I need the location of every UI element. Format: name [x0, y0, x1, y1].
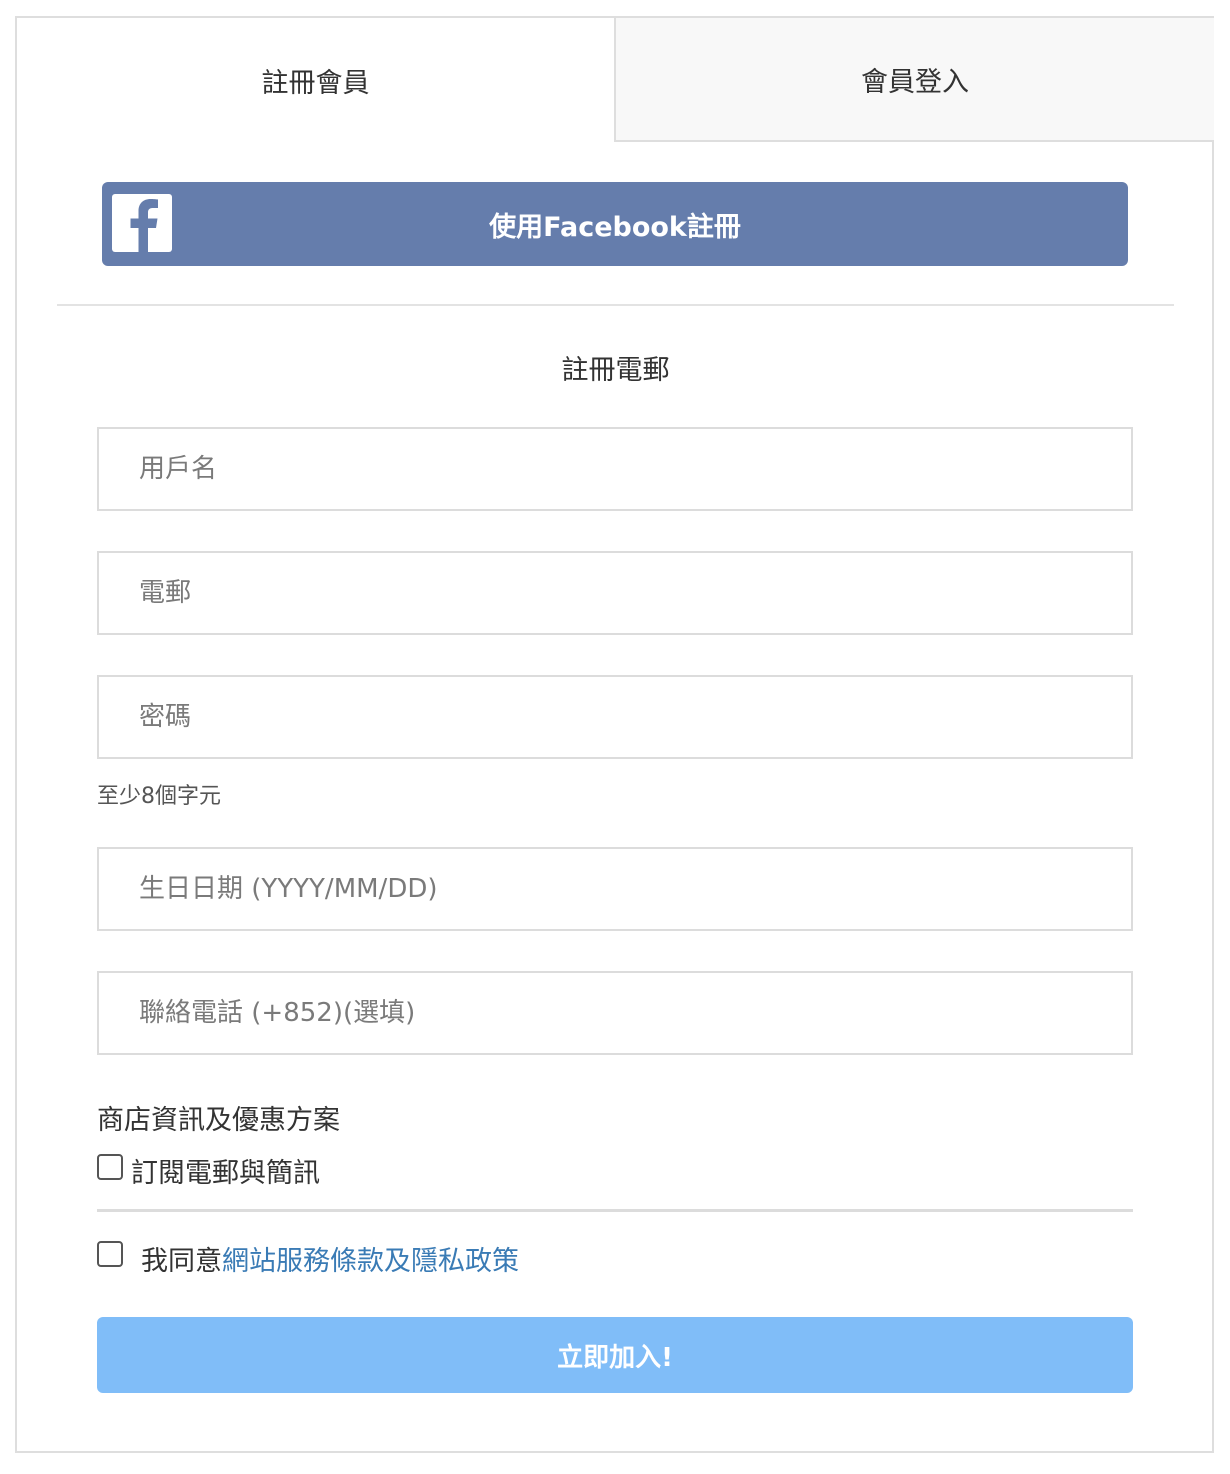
terms-link[interactable]: 網站服務條款及隱私政策: [222, 1246, 519, 1277]
facebook-register-button[interactable]: 使用Facebook註冊: [102, 182, 1128, 266]
subscribe-label: 訂閱電郵與簡訊: [131, 1158, 320, 1189]
divider: [57, 304, 1174, 306]
terms-label: 我同意網站服務條款及隱私政策: [141, 1239, 519, 1278]
newsletter-heading: 商店資訊及優惠方案: [97, 1105, 340, 1136]
facebook-register-label: 使用Facebook註冊: [489, 211, 741, 243]
tab-register-label: 註冊會員: [261, 67, 370, 99]
section-title: 註冊電郵: [561, 355, 670, 386]
password-hint: 至少8個字元: [97, 784, 221, 809]
register-panel: 註冊會員 會員登入 使用Facebook註冊 註冊電郵 至少8個字元 商店資訊及…: [15, 16, 1214, 1453]
tab-login-label: 會員登入: [861, 66, 969, 98]
username-input[interactable]: [97, 427, 1133, 511]
password-input[interactable]: [97, 675, 1133, 759]
tab-register[interactable]: 註冊會員: [17, 18, 614, 142]
email-input[interactable]: [97, 551, 1133, 635]
tab-login[interactable]: 會員登入: [614, 18, 1214, 142]
subscribe-checkbox[interactable]: [97, 1154, 123, 1180]
terms-checkbox[interactable]: [97, 1241, 123, 1267]
phone-input[interactable]: [97, 971, 1133, 1055]
terms-prefix: 我同意: [141, 1246, 222, 1277]
join-now-button[interactable]: 立即加入!: [97, 1317, 1133, 1393]
separator: [97, 1209, 1133, 1212]
birthday-input[interactable]: [97, 847, 1133, 931]
